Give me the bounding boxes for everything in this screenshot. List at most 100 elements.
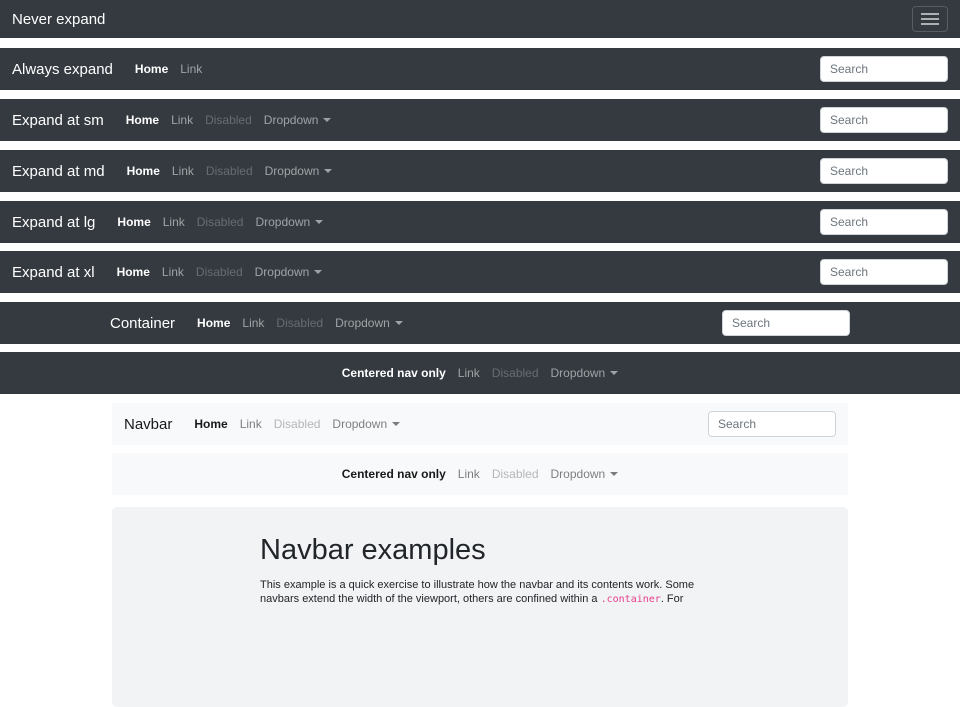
nav-link-label: Disabled (205, 112, 252, 129)
search-input[interactable] (820, 209, 948, 235)
nav-link-home[interactable]: Home (129, 55, 174, 84)
nav-link-dropdown[interactable]: Dropdown (326, 410, 406, 439)
nav-item: Dropdown (329, 309, 409, 338)
navbar-nav: Home Link Disabled Dropdown (121, 157, 339, 186)
nav-item: Home (111, 258, 156, 287)
paragraph-text-line1: This example is a quick exercise to illu… (260, 579, 694, 591)
nav-link-link[interactable]: Link (156, 258, 190, 287)
nav-item: Link (157, 208, 191, 237)
navbar-brand[interactable]: Navbar (124, 417, 172, 432)
nav-link-label: Disabled (197, 214, 244, 231)
navbar-centered-dark: Centered nav onlyLink Disabled Dropdown (0, 352, 960, 394)
nav-link-label: Link (240, 416, 262, 433)
nav-link-label: Disabled (274, 416, 321, 433)
navbar-brand[interactable]: Expand at md (12, 164, 105, 179)
nav-link-label: Dropdown (332, 416, 387, 433)
nav-link-link[interactable]: Link (234, 410, 268, 439)
navbar-expand-xl: Expand at xl HomeLinkDisabledDropdown (0, 251, 960, 293)
nav-item: Dropdown (258, 106, 338, 135)
nav-link-label: Link (172, 163, 194, 180)
navbar-expand-sm: Expand at sm HomeLink Disabled Dropdown (0, 99, 960, 141)
navbar-brand[interactable]: Expand at lg (12, 215, 95, 230)
nav-item: Link (236, 309, 270, 338)
nav-link-label: Disabled (276, 315, 323, 332)
paragraph-text-line2-end: . For (661, 593, 684, 605)
nav-link-dropdown[interactable]: Dropdown (329, 309, 409, 338)
nav-link-link[interactable]: Link (165, 106, 199, 135)
navbar-brand[interactable]: Never expand (12, 12, 105, 27)
search-input[interactable] (820, 56, 948, 82)
search-input[interactable] (820, 107, 948, 133)
nav-item: Centered nav only (336, 460, 452, 489)
navbar-nav: HomeLink Disabled Dropdown (120, 106, 338, 135)
nav-item: Home (121, 157, 166, 186)
navbar-nav: HomeLink Disabled Dropdown (111, 208, 329, 237)
navbar-toggler-button[interactable] (912, 6, 948, 32)
nav-item: Link (234, 410, 268, 439)
nav-link-dropdown[interactable]: Dropdown (258, 106, 338, 135)
nav-link-label: Dropdown (265, 163, 320, 180)
navbar-light: Navbar Home Link Disabled Dropdown (112, 403, 848, 445)
navbar-never-expand: Never expand (0, 0, 960, 38)
nav-link-link[interactable]: Link (166, 157, 200, 186)
nav-link-dropdown[interactable]: Dropdown (249, 208, 329, 237)
nav-link-disabled: Disabled (486, 460, 545, 489)
caret-down-icon (314, 270, 322, 274)
nav-link-home[interactable]: Home (111, 208, 156, 237)
nav-link-label: Dropdown (551, 365, 606, 382)
nav-item: Link (156, 258, 190, 287)
nav-link-label: Home (194, 416, 227, 433)
nav-item: Home (188, 410, 233, 439)
navbar-brand[interactable]: Expand at xl (12, 265, 95, 280)
nav-link-dropdown[interactable]: Dropdown (259, 157, 339, 186)
nav-item: Disabled (200, 157, 259, 186)
nav-link-disabled: Disabled (200, 157, 259, 186)
nav-link-disabled: Disabled (270, 309, 329, 338)
nav-link-label: Link (162, 264, 184, 281)
navbar-brand[interactable]: Container (110, 316, 175, 331)
nav-link-home[interactable]: Home (191, 309, 236, 338)
nav-link-centered-nav-only[interactable]: Centered nav only (336, 460, 452, 489)
nav-item: Dropdown (326, 410, 406, 439)
nav-link-label: Disabled (206, 163, 253, 180)
page-title: Navbar examples (260, 533, 700, 568)
search-input[interactable] (820, 158, 948, 184)
nav-item: Disabled (191, 208, 250, 237)
navbar-nav: Centered nav onlyLinkDisabledDropdown (336, 460, 624, 489)
nav-link-dropdown[interactable]: Dropdown (545, 460, 625, 489)
nav-item: Dropdown (249, 258, 329, 287)
nav-link-link[interactable]: Link (452, 359, 486, 388)
nav-link-link[interactable]: Link (174, 55, 208, 84)
nav-item: Dropdown (249, 208, 329, 237)
caret-down-icon (315, 220, 323, 224)
nav-link-centered-nav-only[interactable]: Centered nav only (336, 359, 452, 388)
navbar-nav: HomeLink Disabled Dropdown (191, 309, 409, 338)
navbar-expand-lg: Expand at lg HomeLink Disabled Dropdown (0, 201, 960, 243)
nav-link-home[interactable]: Home (111, 258, 156, 287)
nav-link-dropdown[interactable]: Dropdown (545, 359, 625, 388)
search-input[interactable] (820, 259, 948, 285)
nav-link-dropdown[interactable]: Dropdown (249, 258, 329, 287)
nav-link-link[interactable]: Link (452, 460, 486, 489)
nav-item: Link (174, 55, 208, 84)
navbar-always-expand: Always expand HomeLink (0, 48, 960, 90)
nav-link-label: Dropdown (255, 264, 310, 281)
nav-link-label: Dropdown (264, 112, 319, 129)
nav-item: Disabled (268, 410, 327, 439)
navbar-brand[interactable]: Expand at sm (12, 113, 104, 128)
navbar-nav: HomeLink (129, 55, 208, 84)
nav-link-home[interactable]: Home (188, 410, 233, 439)
nav-link-disabled: Disabled (191, 208, 250, 237)
search-input[interactable] (722, 310, 850, 336)
nav-link-home[interactable]: Home (120, 106, 165, 135)
nav-link-link[interactable]: Link (157, 208, 191, 237)
search-input[interactable] (708, 411, 836, 437)
nav-link-label: Dropdown (255, 214, 310, 231)
nav-link-home[interactable]: Home (121, 157, 166, 186)
nav-link-disabled: Disabled (199, 106, 258, 135)
nav-item: Disabled (270, 309, 329, 338)
nav-item: Disabled (486, 359, 545, 388)
nav-link-link[interactable]: Link (236, 309, 270, 338)
navbar-brand[interactable]: Always expand (12, 62, 113, 77)
nav-link-label: Disabled (492, 365, 539, 382)
